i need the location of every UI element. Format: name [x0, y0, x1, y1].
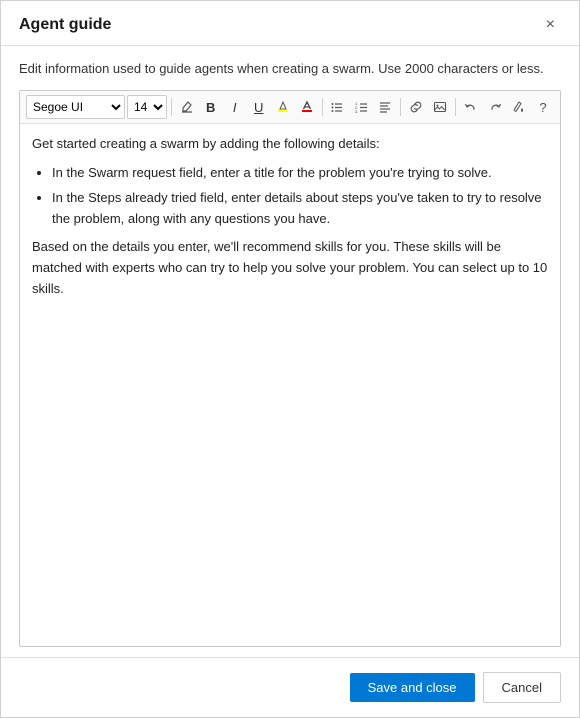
- editor-toolbar: Segoe UI Arial Times New Roman Courier N…: [20, 91, 560, 124]
- dialog-title: Agent guide: [19, 16, 111, 34]
- toolbar-separator-4: [455, 98, 456, 116]
- close-button[interactable]: ×: [540, 15, 561, 35]
- font-size-select[interactable]: 8 9 10 11 12 14 16 18 24 36: [127, 95, 167, 119]
- svg-text:3.: 3.: [355, 109, 358, 114]
- cancel-button[interactable]: Cancel: [483, 672, 561, 703]
- editor-bullet-2: In the Steps already tried field, enter …: [52, 188, 548, 230]
- editor-content-area[interactable]: Get started creating a swarm by adding t…: [20, 124, 560, 646]
- dialog-header: Agent guide ×: [1, 1, 579, 46]
- clear-format-button[interactable]: [176, 95, 198, 119]
- align-button[interactable]: [374, 95, 396, 119]
- font-family-select[interactable]: Segoe UI Arial Times New Roman Courier N…: [26, 95, 125, 119]
- insert-image-button[interactable]: [429, 95, 451, 119]
- dialog-footer: Save and close Cancel: [1, 657, 579, 717]
- rich-text-editor: Segoe UI Arial Times New Roman Courier N…: [19, 90, 561, 647]
- save-and-close-button[interactable]: Save and close: [350, 673, 475, 702]
- insert-link-button[interactable]: [405, 95, 427, 119]
- redo-button[interactable]: [484, 95, 506, 119]
- toolbar-separator-3: [400, 98, 401, 116]
- numbered-list-button[interactable]: 1.2.3.: [350, 95, 372, 119]
- toolbar-separator-1: [171, 98, 172, 116]
- editor-summary: Based on the details you enter, we'll re…: [32, 237, 548, 299]
- toolbar-separator-2: [322, 98, 323, 116]
- dialog-body: Edit information used to guide agents wh…: [1, 46, 579, 657]
- underline-button[interactable]: U: [248, 95, 270, 119]
- help-button[interactable]: ?: [532, 95, 554, 119]
- editor-list: In the Swarm request field, enter a titl…: [52, 163, 548, 229]
- editor-bullet-1: In the Swarm request field, enter a titl…: [52, 163, 548, 184]
- italic-button[interactable]: I: [224, 95, 246, 119]
- paint-format-button[interactable]: [508, 95, 530, 119]
- agent-guide-dialog: Agent guide × Edit information used to g…: [0, 0, 580, 718]
- editor-intro: Get started creating a swarm by adding t…: [32, 134, 548, 155]
- description-text: Edit information used to guide agents wh…: [19, 60, 561, 78]
- bullet-list-button[interactable]: [326, 95, 348, 119]
- undo-button[interactable]: [460, 95, 482, 119]
- font-color-button[interactable]: [296, 95, 318, 119]
- highlight-color-button[interactable]: [272, 95, 294, 119]
- bold-button[interactable]: B: [200, 95, 222, 119]
